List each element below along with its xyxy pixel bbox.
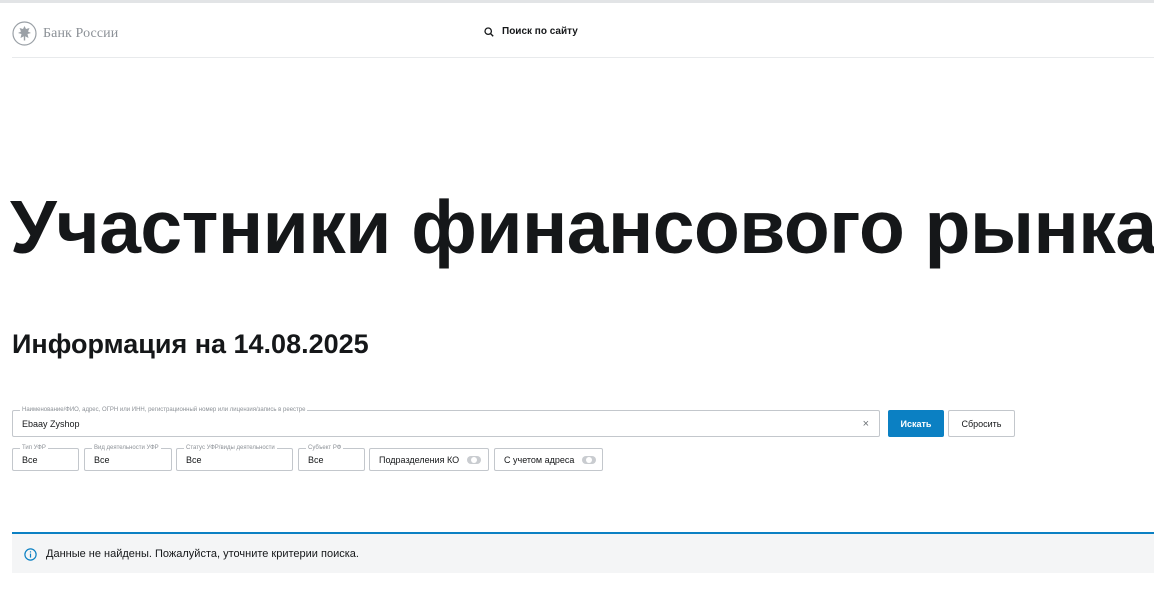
site-search-label: Поиск по сайту [502,26,578,37]
filter-value: Все [22,455,38,465]
toggle-with-address[interactable]: С учетом адреса [494,448,603,471]
no-results-notice: Данные не найдены. Пожалуйста, уточните … [12,532,1154,573]
info-date-heading: Информация на 14.08.2025 [12,329,369,359]
toggle-ko-divisions[interactable]: Подразделения КО [369,448,489,471]
bank-emblem-icon [12,21,37,46]
filter-region[interactable]: Субъект РФ Все [298,445,365,471]
filter-value: Все [186,455,202,465]
toggle-switch[interactable] [582,455,597,464]
close-icon[interactable]: × [863,417,869,431]
info-icon [24,548,37,561]
filter-value: Все [308,455,324,465]
filter-activity-type[interactable]: Вид деятельности УФР Все [84,445,172,471]
search-query-field[interactable]: Наименование/ФИО, адрес, ОГРН или ИНН, р… [12,407,880,437]
filter-legend: Статус УФР/виды деятельности [184,445,277,452]
reset-button[interactable]: Сбросить [948,410,1015,437]
toggle-knob [586,456,593,463]
toggle-label: Подразделения КО [379,454,460,465]
filter-ufr-type[interactable]: Тип УФР Все [12,445,79,471]
filter-status[interactable]: Статус УФР/виды деятельности Все [176,445,293,471]
bank-name: Банк России [43,25,119,41]
toggle-switch[interactable] [467,455,482,464]
site-header: Банк России Поиск по сайту [12,3,1154,58]
search-icon [484,26,494,37]
search-query-value[interactable]: Ebaay Zyshop [22,419,80,429]
notice-text: Данные не найдены. Пожалуйста, уточните … [46,548,359,560]
filter-legend: Тип УФР [20,445,48,452]
search-query-legend: Наименование/ФИО, адрес, ОГРН или ИНН, р… [20,407,308,414]
toggle-knob [471,456,478,463]
filter-legend: Субъект РФ [306,445,344,452]
site-search-button[interactable]: Поиск по сайту [484,26,578,37]
bank-logo-link[interactable]: Банк России [12,21,118,46]
search-submit-button[interactable]: Искать [888,410,944,437]
filter-legend: Вид деятельности УФР [92,445,161,452]
page-title: Участники финансового рынка [10,185,1154,269]
filter-value: Все [94,455,110,465]
toggle-label: С учетом адреса [504,454,575,465]
